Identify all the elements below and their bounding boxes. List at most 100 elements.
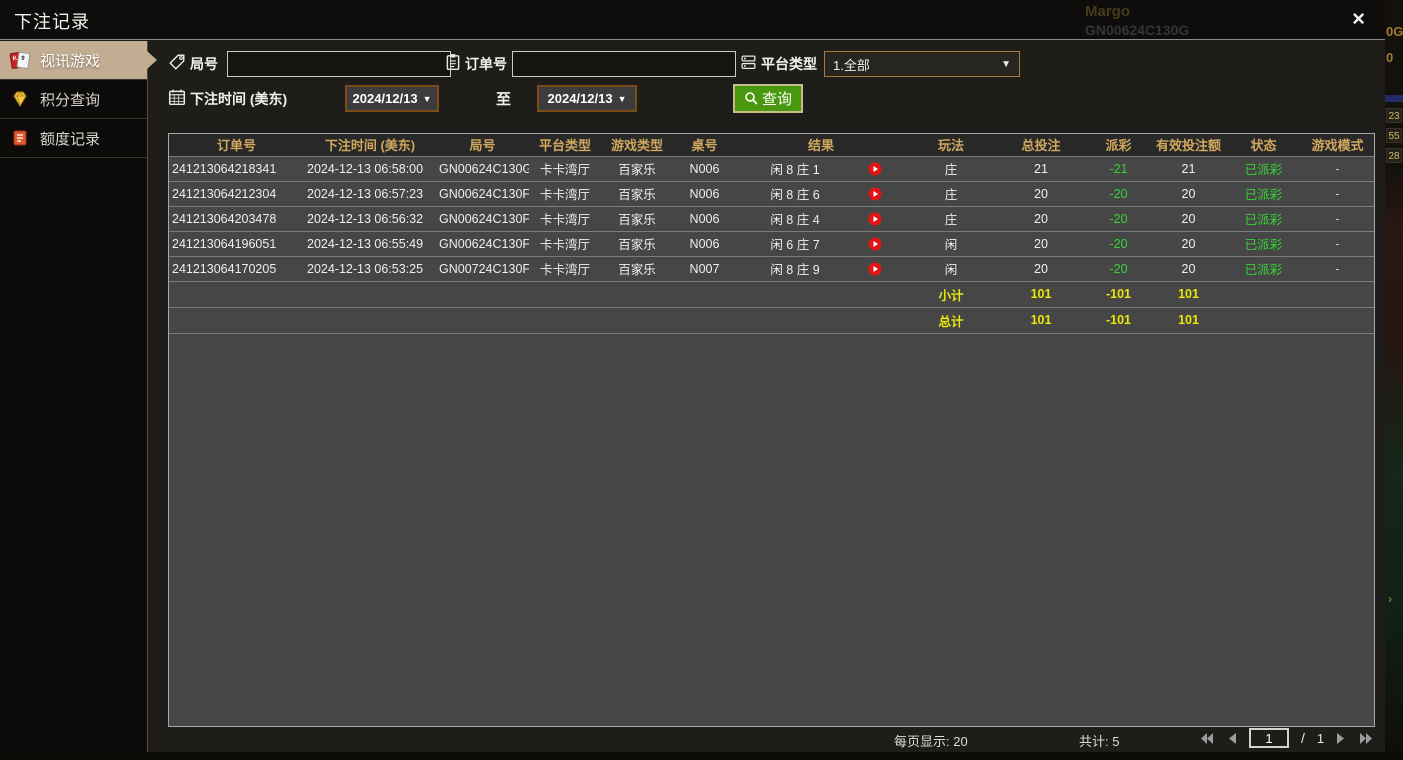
background-bar [1385,95,1403,102]
col-header-platform: 平台类型 [529,134,601,157]
order-no-input[interactable] [512,51,736,77]
cell-game-type: 百家乐 [601,206,673,232]
spacer-cell [1301,307,1374,334]
cell-result: 闲 6 庄 7 [770,238,820,252]
replay-video-icon[interactable] [868,162,882,176]
cell-total-bet: 20 [996,181,1086,207]
cell-table-no: N006 [673,181,736,207]
table-row: 241213064170205 2024-12-13 06:53:25 GN00… [169,256,1374,282]
subtotal-valid-bet: 101 [1151,281,1226,308]
cell-round-no: GN00624C130FX [436,231,529,257]
col-header-table-no: 桌号 [673,134,736,157]
page-number-input[interactable] [1249,728,1289,748]
cell-table-no: N007 [673,256,736,282]
spacer-cell [169,281,906,308]
cell-order-no: 241213064203478 [169,206,304,232]
table-header-row: 订单号 下注时间 (美东) 局号 平台类型 游戏类型 桌号 结果 玩法 总投注 … [169,134,1374,157]
cell-play: 庄 [906,181,996,207]
clipboard-icon [444,53,462,71]
previous-page-icon[interactable] [1227,732,1237,745]
chevron-down-icon: ▼ [1001,58,1011,70]
order-no-label: 订单号 [465,56,507,72]
filter-panel: 局号 订单号 平台类型 1.全部 ▼ 下注时间 (美东) 2024/12/13 … [149,41,1385,133]
subtotal-row: 小计 101 -101 101 [169,281,1374,308]
cell-play: 庄 [906,206,996,232]
date-from-value: 2024/12/13 [352,91,418,106]
cell-valid-bet: 20 [1151,231,1226,257]
spacer-cell [1226,281,1301,308]
record-count-label: 共计: 5 [1079,734,1120,749]
replay-video-icon[interactable] [868,187,882,201]
playing-cards-icon: K 9 [9,49,31,71]
round-no-input[interactable] [227,51,451,77]
subtotal-label: 小计 [906,281,996,308]
cell-total-bet: 20 [996,256,1086,282]
table-row: 241213064203478 2024-12-13 06:56:32 GN00… [169,206,1374,232]
cell-game-type: 百家乐 [601,256,673,282]
col-header-bet-time: 下注时间 (美东) [304,134,436,157]
platform-type-select[interactable]: 1.全部 ▼ [824,51,1020,77]
total-total-bet: 101 [996,307,1086,334]
replay-video-icon[interactable] [868,212,882,226]
cell-platform: 卡卡湾厅 [529,231,601,257]
last-page-icon[interactable] [1358,732,1374,745]
cell-valid-bet: 20 [1151,256,1226,282]
next-page-icon[interactable] [1336,732,1346,745]
background-number: 23 [1386,108,1402,123]
calendar-icon [168,88,186,106]
cell-payout: -21 [1086,156,1151,182]
main-panel: 局号 订单号 平台类型 1.全部 ▼ 下注时间 (美东) 2024/12/13 … [149,41,1385,752]
cell-total-bet: 21 [996,156,1086,182]
cell-result: 闲 8 庄 9 [770,263,820,277]
chevron-down-icon: ▼ [422,93,432,104]
cell-status: 已派彩 [1226,256,1301,282]
bet-time-label: 下注时间 (美东) [190,91,288,107]
spacer-cell [1301,281,1374,308]
cell-result: 闲 8 庄 4 [770,213,820,227]
cell-status: 已派彩 [1226,156,1301,182]
date-from-select[interactable]: 2024/12/13 ▼ [345,85,439,112]
tag-icon [168,53,186,71]
col-header-round-no: 局号 [436,134,529,157]
col-header-play: 玩法 [906,134,996,157]
cell-bet-time: 2024-12-13 06:57:23 [304,181,436,207]
close-icon[interactable]: × [1352,6,1365,32]
sidebar-item-quota-records[interactable]: 额度记录 [0,119,147,158]
sidebar-item-points-query[interactable]: 积分查询 [0,80,147,119]
cell-game-mode: - [1301,156,1374,182]
background-bottom-strip [0,752,1403,760]
cell-table-no: N006 [673,156,736,182]
cell-total-bet: 20 [996,206,1086,232]
table-row: 241213064218341 2024-12-13 06:58:00 GN00… [169,156,1374,182]
total-payout: -101 [1086,307,1151,334]
pager: / 1 [1199,728,1374,748]
replay-video-icon[interactable] [868,262,882,276]
search-button[interactable]: 查询 [733,84,803,113]
cell-game-type: 百家乐 [601,231,673,257]
cell-game-mode: - [1301,181,1374,207]
col-header-status: 状态 [1226,134,1301,157]
background-number: 28 [1386,148,1402,163]
cell-status: 已派彩 [1226,206,1301,232]
cell-status: 已派彩 [1226,181,1301,207]
date-to-select[interactable]: 2024/12/13 ▼ [537,85,637,112]
cell-game-mode: - [1301,206,1374,232]
date-to-value: 2024/12/13 [547,91,613,106]
sidebar-item-video-games[interactable]: K 9 视讯游戏 [0,41,157,80]
col-header-payout: 派彩 [1086,134,1151,157]
cell-platform: 卡卡湾厅 [529,206,601,232]
cell-round-no: GN00724C130FY [436,256,529,282]
spacer-cell [1226,307,1301,334]
cell-round-no: GN00624C130FZ [436,181,529,207]
background-chevron: › [1388,592,1392,606]
cell-game-type: 百家乐 [601,156,673,182]
cell-game-type: 百家乐 [601,181,673,207]
platform-type-icon [740,54,758,72]
sidebar-item-label: 积分查询 [40,91,101,109]
round-no-label: 局号 [190,56,218,72]
cell-table-no: N006 [673,206,736,232]
replay-video-icon[interactable] [868,237,882,251]
sidebar-item-label: 视讯游戏 [40,52,101,70]
cell-status: 已派彩 [1226,231,1301,257]
first-page-icon[interactable] [1199,732,1215,745]
